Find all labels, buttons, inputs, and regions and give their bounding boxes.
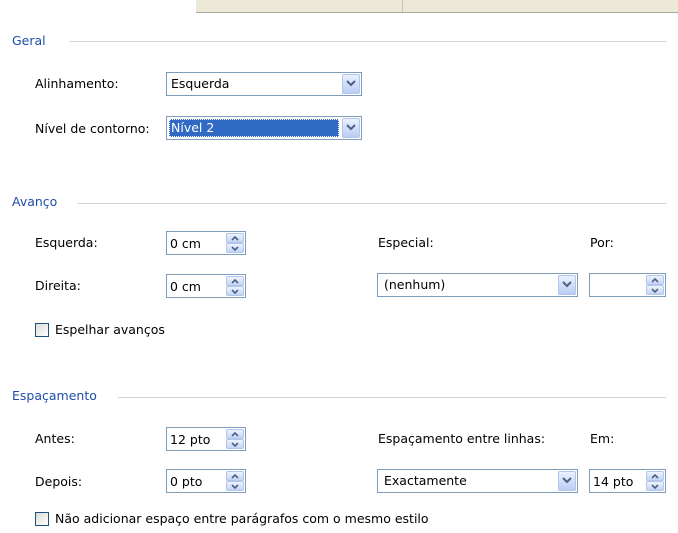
antes-spinner[interactable]: 12 pto: [166, 427, 246, 451]
arrow-down-icon[interactable]: [226, 481, 244, 491]
section-divider: [70, 41, 666, 42]
em-label: Em:: [590, 431, 615, 446]
direita-value: 0 cm: [170, 279, 201, 294]
alinhamento-select[interactable]: Esquerda: [166, 72, 362, 96]
arrow-up-icon[interactable]: [226, 429, 244, 439]
especial-value: (nenhum): [384, 277, 446, 292]
arrow-down-icon[interactable]: [646, 285, 664, 295]
alinhamento-label: Alinhamento:: [35, 76, 119, 91]
section-divider: [118, 397, 666, 398]
entre-linhas-value: Exactamente: [384, 473, 467, 488]
chevron-down-icon[interactable]: [558, 275, 576, 295]
entre-linhas-label: Espaçamento entre linhas:: [378, 431, 546, 446]
depois-label: Depois:: [35, 474, 83, 489]
espelhar-checkbox[interactable]: [35, 323, 49, 337]
especial-label: Especial:: [378, 235, 434, 250]
nivel-contorno-label: Nível de contorno:: [35, 121, 150, 136]
esquerda-value: 0 cm: [170, 236, 201, 251]
por-spinner[interactable]: [589, 273, 666, 297]
arrow-up-icon[interactable]: [646, 275, 664, 285]
depois-spinner[interactable]: 0 pto: [166, 469, 246, 493]
arrow-up-icon[interactable]: [226, 471, 244, 481]
arrow-up-icon[interactable]: [226, 276, 244, 286]
antes-value: 12 pto: [170, 432, 211, 447]
em-spinner[interactable]: 14 pto: [589, 469, 666, 493]
direita-label: Direita:: [35, 278, 81, 293]
especial-select[interactable]: (nenhum): [377, 273, 578, 297]
nao-adicionar-checkbox[interactable]: [35, 512, 49, 526]
em-value: 14 pto: [593, 474, 634, 489]
direita-spinner[interactable]: 0 cm: [166, 274, 246, 298]
nivel-contorno-select[interactable]: Nível 2: [166, 116, 362, 140]
section-title-espacamento: Espaçamento: [12, 388, 97, 403]
chevron-down-icon[interactable]: [342, 118, 360, 138]
arrow-up-icon[interactable]: [226, 233, 244, 243]
arrow-down-icon[interactable]: [226, 286, 244, 296]
arrow-down-icon[interactable]: [646, 481, 664, 491]
espelhar-label[interactable]: Espelhar avanços: [55, 322, 165, 337]
chevron-down-icon[interactable]: [342, 74, 360, 94]
nivel-contorno-value: Nível 2: [169, 119, 339, 137]
depois-value: 0 pto: [170, 474, 203, 489]
arrow-down-icon[interactable]: [226, 243, 244, 253]
antes-label: Antes:: [35, 431, 75, 446]
chevron-down-icon[interactable]: [558, 471, 576, 491]
esquerda-label: Esquerda:: [35, 235, 98, 250]
por-label: Por:: [590, 235, 614, 250]
alinhamento-value: Esquerda: [171, 76, 230, 91]
entre-linhas-select[interactable]: Exactamente: [377, 469, 578, 493]
arrow-down-icon[interactable]: [226, 439, 244, 449]
section-divider: [78, 203, 666, 204]
arrow-up-icon[interactable]: [646, 471, 664, 481]
esquerda-spinner[interactable]: 0 cm: [166, 231, 246, 255]
section-title-avanco: Avanço: [12, 194, 58, 209]
nao-adicionar-label[interactable]: Não adicionar espaço entre parágrafos co…: [55, 511, 429, 526]
tab-strip: [196, 0, 678, 13]
section-title-geral: Geral: [12, 33, 46, 48]
